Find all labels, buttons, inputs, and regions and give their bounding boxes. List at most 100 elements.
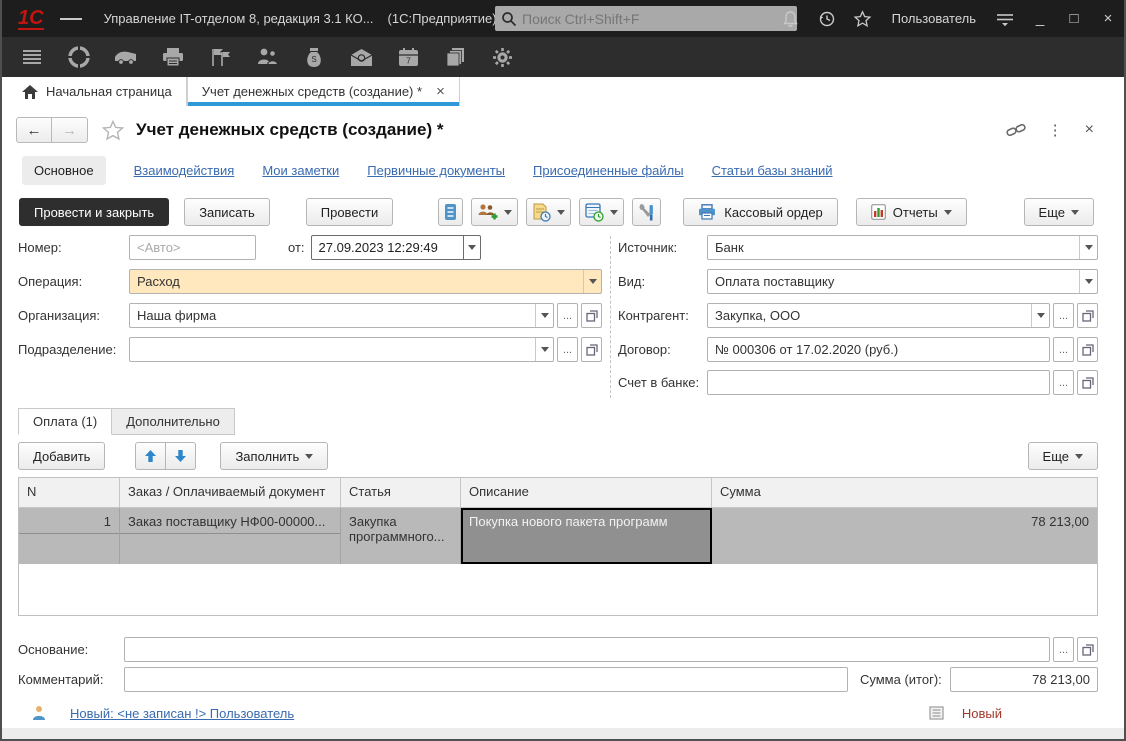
envelope-icon[interactable] [349, 45, 373, 69]
chevron-down-icon[interactable] [583, 270, 601, 293]
tab-payment[interactable]: Оплата (1) [18, 408, 112, 435]
basis-input[interactable] [125, 642, 1049, 657]
form-close-icon[interactable]: × [1085, 121, 1094, 139]
nav-main[interactable]: Основное [22, 156, 106, 185]
printer-icon[interactable] [161, 45, 185, 69]
date-field[interactable] [311, 235, 481, 260]
post-button[interactable]: Провести [306, 198, 394, 226]
more-button[interactable]: Еще [1024, 198, 1094, 226]
paper-stack-icon[interactable] [443, 45, 467, 69]
department-open-icon[interactable] [581, 337, 602, 362]
number-input[interactable] [130, 240, 255, 255]
back-button[interactable]: ← [16, 117, 52, 143]
bank-account-open-icon[interactable] [1077, 370, 1098, 395]
organization-choose-button[interactable]: ... [557, 303, 578, 328]
subordination-structure-button[interactable] [438, 198, 463, 226]
basis-field[interactable] [124, 637, 1050, 662]
bank-account-field[interactable] [707, 370, 1050, 395]
create-event-button[interactable] [579, 198, 624, 226]
counterparty-choose-button[interactable]: ... [1053, 303, 1074, 328]
maximize-button[interactable]: □ [1064, 10, 1084, 27]
cell-item[interactable]: Закупка программного... [341, 508, 461, 564]
flags-icon[interactable] [208, 45, 232, 69]
chevron-down-icon[interactable] [1079, 236, 1097, 259]
organization-field[interactable]: Наша фирма [129, 303, 554, 328]
fill-button[interactable]: Заполнить [220, 442, 328, 470]
cell-order[interactable]: Заказ поставщику НФ00-00000... [120, 514, 340, 534]
number-field[interactable] [129, 235, 256, 260]
cell-sum[interactable]: 78 213,00 [712, 508, 1097, 564]
contract-open-icon[interactable] [1077, 337, 1098, 362]
write-button[interactable]: Записать [184, 198, 270, 226]
history-icon[interactable] [816, 8, 838, 30]
forward-button[interactable]: → [52, 117, 88, 143]
comment-field[interactable] [124, 667, 848, 692]
record-state-link[interactable]: Новый: <не записан !> Пользователь [70, 706, 294, 721]
chevron-down-icon[interactable] [1079, 270, 1097, 293]
cell-n[interactable]: 1 [19, 514, 119, 534]
move-down-button[interactable] [166, 442, 196, 470]
operation-field[interactable]: Расход [129, 269, 602, 294]
add-users-button[interactable] [471, 198, 518, 226]
chevron-down-icon[interactable] [535, 338, 553, 361]
bank-account-choose-button[interactable]: ... [1053, 370, 1074, 395]
nav-knowledge-base[interactable]: Статьи базы знаний [712, 163, 833, 178]
chevron-down-icon[interactable] [1031, 304, 1049, 327]
nav-primary-documents[interactable]: Первичные документы [367, 163, 505, 178]
more-actions-kebab-icon[interactable]: ⋮ [1048, 121, 1063, 139]
move-up-button[interactable] [135, 442, 166, 470]
date-input[interactable] [312, 240, 464, 255]
global-search[interactable] [495, 6, 797, 31]
comment-input[interactable] [125, 672, 847, 687]
minimize-button[interactable]: _ [1030, 10, 1050, 27]
lines-menu-icon[interactable] [20, 45, 44, 69]
get-link-icon[interactable] [1006, 121, 1026, 139]
service-settings-icon[interactable] [994, 8, 1016, 30]
tab-close-icon[interactable]: × [436, 83, 445, 100]
main-menu-icon[interactable] [60, 8, 82, 30]
gear-icon[interactable] [490, 45, 514, 69]
current-user-label[interactable]: Пользователь [892, 11, 976, 26]
nav-my-notes[interactable]: Мои заметки [262, 163, 339, 178]
department-field[interactable] [129, 337, 554, 362]
truck-icon[interactable] [114, 45, 138, 69]
col-header-sum[interactable]: Сумма [712, 478, 1097, 507]
table-more-button[interactable]: Еще [1028, 442, 1098, 470]
counterparty-field[interactable]: Закупка, ООО [707, 303, 1050, 328]
reports-button[interactable]: Отчеты [856, 198, 967, 226]
basis-choose-button[interactable]: ... [1053, 637, 1074, 662]
chevron-down-icon[interactable] [535, 304, 553, 327]
contract-choose-button[interactable]: ... [1053, 337, 1074, 362]
col-header-n[interactable]: N [19, 478, 120, 507]
basis-open-icon[interactable] [1077, 637, 1098, 662]
add-row-button[interactable]: Добавить [18, 442, 105, 470]
organization-open-icon[interactable] [581, 303, 602, 328]
money-bag-icon[interactable]: S [302, 45, 326, 69]
lifebuoy-icon[interactable] [67, 45, 91, 69]
favorite-star-icon[interactable] [102, 120, 124, 141]
tab-home[interactable]: Начальная страница [8, 77, 187, 106]
nav-interactions[interactable]: Взаимодействия [134, 163, 235, 178]
people-icon[interactable] [255, 45, 279, 69]
contract-field[interactable]: № 000306 от 17.02.2020 (руб.) [707, 337, 1050, 362]
notifications-bell-icon[interactable] [780, 8, 802, 30]
col-header-item[interactable]: Статья [341, 478, 461, 507]
post-and-close-button[interactable]: Провести и закрыть [19, 198, 169, 226]
counterparty-open-icon[interactable] [1077, 303, 1098, 328]
change-form-settings-button[interactable] [632, 198, 661, 226]
cell-description-focused[interactable]: Покупка нового пакета программ [461, 508, 712, 564]
col-header-description[interactable]: Описание [461, 478, 712, 507]
department-choose-button[interactable]: ... [557, 337, 578, 362]
create-task-button[interactable] [526, 198, 571, 226]
cash-order-button[interactable]: Кассовый ордер [683, 198, 838, 226]
table-row[interactable]: 1 Заказ поставщику НФ00-00000... Закупка… [19, 508, 1097, 564]
calendar-icon[interactable] [463, 236, 479, 259]
calendar-7-icon[interactable]: 7 [396, 45, 420, 69]
close-window-button[interactable]: × [1098, 10, 1118, 27]
kind-field[interactable]: Оплата поставщику [707, 269, 1098, 294]
col-header-order[interactable]: Заказ / Оплачиваемый документ [120, 478, 341, 507]
nav-attached-files[interactable]: Присоединенные файлы [533, 163, 684, 178]
favorites-star-icon[interactable] [852, 8, 874, 30]
search-input[interactable] [522, 11, 791, 27]
tab-cash-accounting[interactable]: Учет денежных средств (создание) * × [187, 77, 460, 106]
